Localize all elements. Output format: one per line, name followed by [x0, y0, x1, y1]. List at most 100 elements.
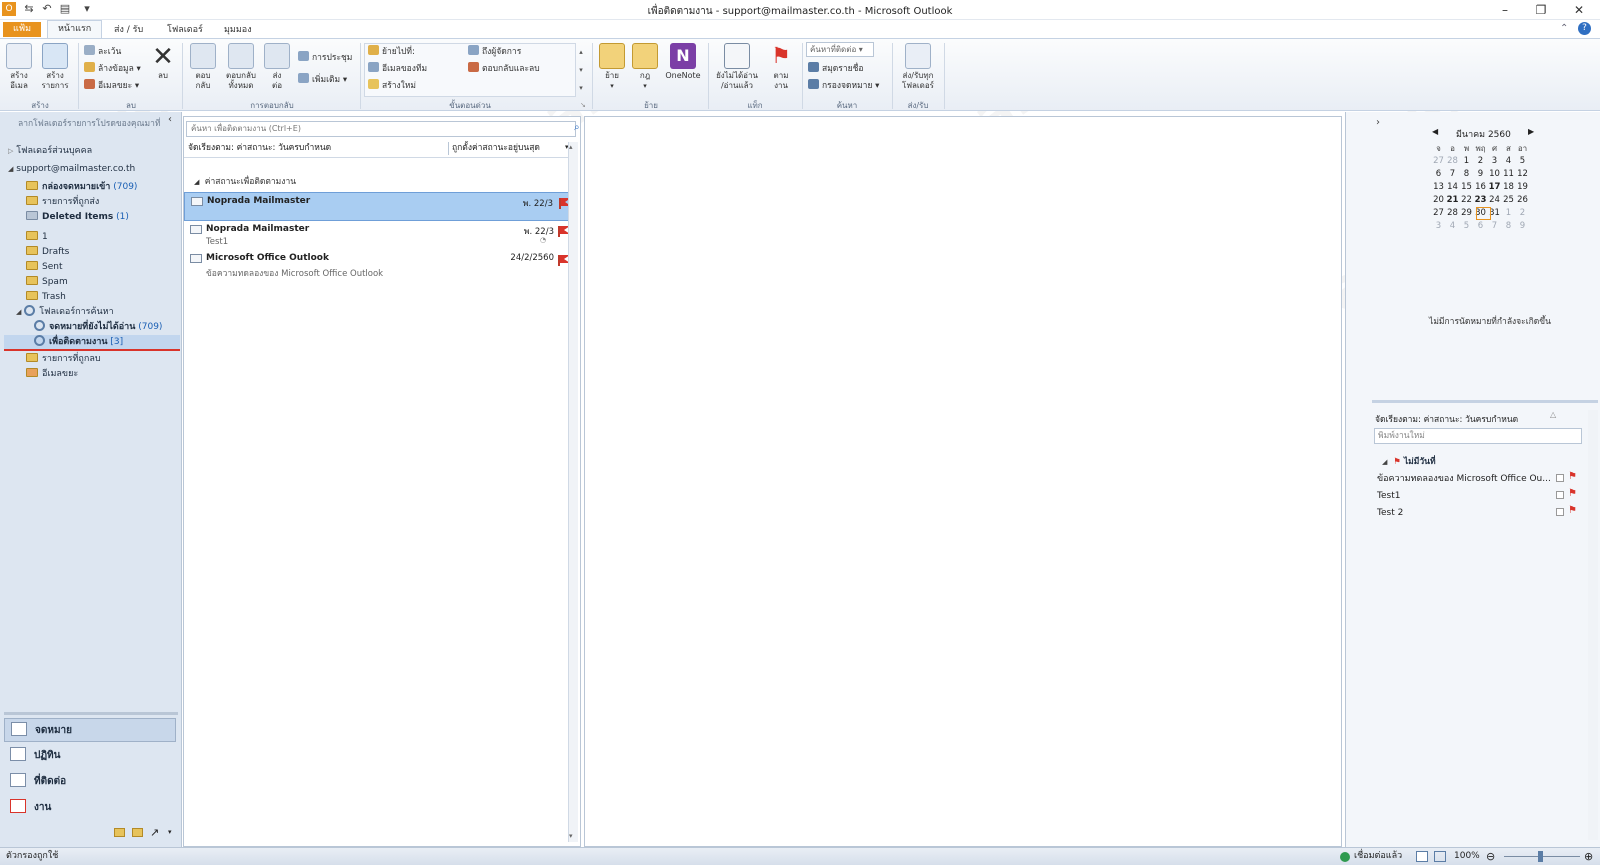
minimize-button[interactable]: – [1492, 2, 1518, 18]
module-tasks[interactable]: งาน [4, 796, 176, 820]
nav-splitter[interactable] [4, 712, 178, 715]
folder-unread-mail[interactable]: จดหมายที่ยังไม่ได้อ่าน (709) [0, 320, 182, 335]
calendar-day[interactable]: 24 [1488, 194, 1501, 207]
folder-deleted-items[interactable]: Deleted Items (1) [0, 210, 182, 225]
zoom-slider-thumb[interactable] [1538, 851, 1543, 862]
folder-inbox[interactable]: กล่องจดหมายเข้า (709) [0, 180, 182, 195]
calendar-day[interactable]: 10 [1488, 168, 1501, 181]
calendar-day[interactable]: 6 [1474, 220, 1487, 233]
account-folder[interactable]: ◢ support@mailmaster.co.th [0, 162, 182, 177]
delete-button[interactable]: ✕ ลบ [148, 43, 178, 81]
qa-dropdown-icon[interactable]: ▾ [80, 2, 94, 16]
calendar-day[interactable]: 17 [1488, 181, 1501, 194]
undo-icon[interactable]: ↶ [40, 2, 54, 16]
folder-list-icon[interactable] [132, 828, 143, 837]
flag-icon[interactable] [558, 226, 570, 237]
ignore-button[interactable]: ละเว้น [84, 45, 121, 59]
folder-1[interactable]: 1 [0, 230, 182, 245]
expand-todo-icon[interactable]: › [1376, 117, 1380, 128]
folder-spam[interactable]: Spam [0, 275, 182, 290]
calendar-day[interactable]: 27 [1432, 207, 1445, 220]
sort-order-header[interactable]: ถูกตั้งค่าสถานะอยู่บนสุด [452, 141, 540, 156]
group-header[interactable]: ◢ ค่าสถานะเพื่อติดตามงาน [194, 174, 296, 188]
calendar-day[interactable]: 6 [1432, 168, 1445, 181]
list-scrollbar[interactable] [568, 142, 578, 842]
mail-row[interactable]: Noprada Mailmaster พ. 22/3 Test1 ◔ [184, 221, 576, 250]
follow-up-button[interactable]: ⚑ ตาม งาน [766, 43, 796, 91]
customize-qa-icon[interactable]: ▤ [58, 2, 72, 16]
new-email-button[interactable]: สร้าง อีเมล [4, 43, 34, 91]
calendar-day[interactable]: 1 [1502, 207, 1515, 220]
module-calendar[interactable]: ปฏิทิน [4, 744, 176, 768]
calendar-day[interactable]: 16 [1474, 181, 1487, 194]
task-row[interactable]: Test 2 [1377, 505, 1600, 521]
tab-view[interactable]: มุมมอง [214, 22, 262, 38]
calendar-day[interactable]: 3 [1488, 155, 1501, 168]
calendar-day[interactable]: 15 [1460, 181, 1473, 194]
flag-icon[interactable]: ⚑ [1568, 505, 1577, 516]
calendar-day[interactable]: 20 [1432, 194, 1445, 207]
reply-all-button[interactable]: ตอบกลับ ทั้งหมด [222, 43, 260, 91]
task-row[interactable]: ข้อความทดลองของ Microsoft Office Ou... [1377, 471, 1600, 487]
scroll-down-icon[interactable]: ▾ [569, 832, 573, 840]
calendar-day[interactable]: 5 [1460, 220, 1473, 233]
shortcuts-icon[interactable]: ↗ [150, 826, 159, 839]
junk-button[interactable]: อีเมลขยะ ▾ [84, 79, 139, 93]
clean-up-button[interactable]: ล้างข้อมูล ▾ [84, 62, 141, 76]
calendar-day[interactable]: 4 [1502, 155, 1515, 168]
tab-send-receive[interactable]: ส่ง / รับ [104, 22, 153, 38]
calendar-day[interactable]: 26 [1516, 194, 1529, 207]
filter-email-button[interactable]: กรองจดหมาย ▾ [808, 79, 879, 93]
folder-junk[interactable]: อีเมลขยะ [0, 367, 182, 382]
calendar-day[interactable]: 27 [1432, 155, 1445, 168]
qs-create-new[interactable]: สร้างใหม่ [368, 79, 416, 93]
folder-sent-items[interactable]: รายการที่ถูกส่ง [0, 195, 182, 210]
calendar-day[interactable]: 21 [1446, 194, 1459, 207]
folder-sent[interactable]: Sent [0, 260, 182, 275]
module-contacts[interactable]: ที่ติดต่อ [4, 770, 176, 794]
flag-icon[interactable] [558, 255, 570, 266]
quick-steps-launcher-icon[interactable]: ↘ [580, 101, 586, 109]
task-group-no-date[interactable]: ◢ ⚑ ไม่มีวันที่ [1382, 454, 1436, 468]
calendar-day[interactable]: 7 [1446, 168, 1459, 181]
todo-splitter[interactable] [1372, 400, 1598, 403]
calendar-day[interactable]: 28 [1446, 207, 1459, 220]
address-book-button[interactable]: สมุดรายชื่อ [808, 62, 864, 76]
rules-button[interactable]: กฎ ▾ [632, 43, 658, 91]
qs-to-manager[interactable]: ถึงผู้จัดการ [468, 45, 521, 59]
unread-read-button[interactable]: ยังไม่ได้อ่าน /อ่านแล้ว [712, 43, 762, 91]
personal-folders[interactable]: ▷ โฟลเดอร์ส่วนบุคคล [0, 144, 182, 159]
new-task-input[interactable]: พิมพ์งานใหม่ [1374, 428, 1582, 444]
calendar-day[interactable]: 8 [1502, 220, 1515, 233]
qs-move-to[interactable]: ย้ายไปที่: [368, 45, 415, 59]
folder-deleted-th[interactable]: รายการที่ถูกลบ [0, 352, 182, 367]
collapse-ribbon-icon[interactable]: ⌃ [1560, 23, 1568, 34]
calendar-day[interactable]: 28 [1446, 155, 1459, 168]
send-receive-icon[interactable]: ⇆ [22, 2, 36, 16]
calendar-day[interactable]: 4 [1446, 220, 1459, 233]
calendar-day[interactable]: 2 [1516, 207, 1529, 220]
arrange-by-header[interactable]: จัดเรียงตาม: ค่าสถานะ: วันครบกำหนด [188, 141, 331, 156]
calendar-day[interactable]: 9 [1474, 168, 1487, 181]
mail-row[interactable]: Noprada Mailmaster พ. 22/3 [184, 192, 576, 221]
calendar-day[interactable]: 3 [1432, 220, 1445, 233]
help-icon[interactable]: ? [1578, 22, 1591, 35]
mail-row[interactable]: Microsoft Office Outlook 24/2/2560 ข้อคว… [184, 250, 576, 279]
module-mail[interactable]: จดหมาย [4, 718, 176, 742]
calendar-day[interactable]: 13 [1432, 181, 1445, 194]
move-button[interactable]: ย้าย ▾ [598, 43, 626, 91]
reading-view-icon[interactable] [1434, 851, 1446, 862]
tab-file[interactable]: แฟ้ม [3, 22, 41, 37]
task-sort-icon[interactable]: △ [1550, 410, 1556, 419]
calendar-day[interactable]: 19 [1516, 181, 1529, 194]
cal-next-icon[interactable]: ▶ [1528, 127, 1534, 136]
qs-reply-delete[interactable]: ตอบกลับและลบ [468, 62, 540, 76]
folder-for-follow-up[interactable]: เพื่อติดตามงาน [3] [4, 335, 180, 350]
todo-scrollbar[interactable] [1588, 410, 1598, 840]
calendar-day[interactable]: 12 [1516, 168, 1529, 181]
onenote-button[interactable]: N OneNote [664, 43, 702, 81]
meeting-button[interactable]: การประชุม [298, 51, 352, 65]
configure-buttons-icon[interactable]: ▾ [168, 828, 172, 836]
find-contact-input[interactable]: ค้นหาที่ติดต่อ ▾ [806, 42, 874, 57]
cal-prev-icon[interactable]: ◀ [1432, 127, 1438, 136]
